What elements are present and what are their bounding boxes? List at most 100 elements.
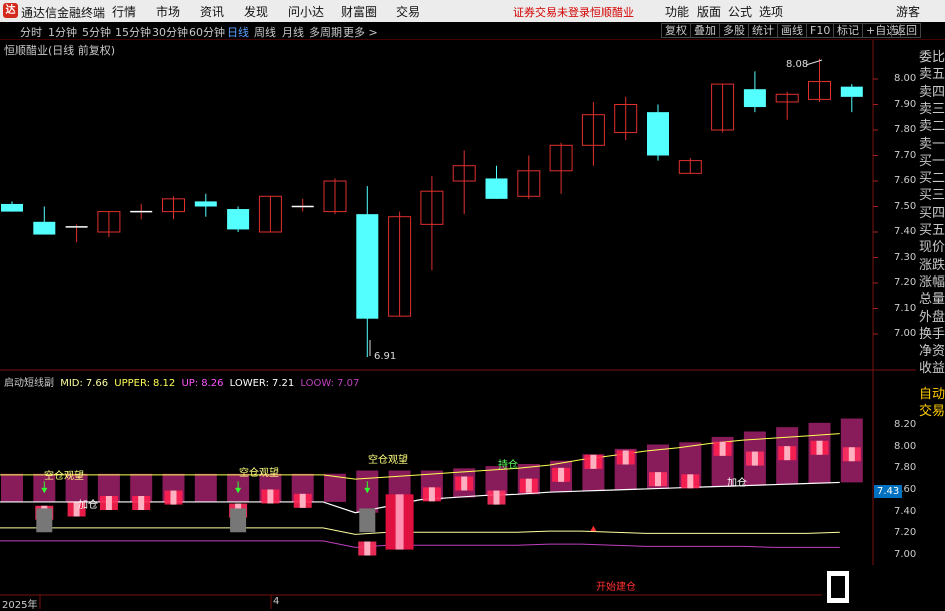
candle-21 <box>678 158 702 174</box>
side-item[interactable]: 现价 <box>919 236 945 255</box>
tab-5min[interactable]: 5分钟 <box>82 24 111 40</box>
signal-core <box>364 541 371 556</box>
side-item[interactable]: 涨幅 <box>919 271 945 290</box>
tab-30min[interactable]: 30分钟 <box>152 24 188 40</box>
price-tick: 7.40 <box>894 226 917 237</box>
side-item[interactable]: 卖四 <box>919 81 945 100</box>
candle-body <box>194 201 217 207</box>
kline-chart[interactable] <box>0 40 916 609</box>
side-item[interactable]: 总量 <box>919 288 945 307</box>
price-tick: 7.70 <box>894 149 917 161</box>
side-item[interactable]: 卖二 <box>919 115 945 134</box>
menu-caifuquan[interactable]: 财富圈 <box>341 3 377 20</box>
menu-bar: 达 通达信金融终端 行情 市场 资讯 发现 问小达 财富圈 交易 证券交易未登录… <box>0 0 945 22</box>
menu-hangqing[interactable]: 行情 <box>112 3 136 20</box>
side-item[interactable]: 交易 <box>919 400 945 419</box>
signal-core <box>719 441 726 456</box>
side-item[interactable]: 卖一 <box>919 133 945 152</box>
signal-core <box>622 450 629 465</box>
loow-line <box>0 540 840 548</box>
menu-zixun[interactable]: 资讯 <box>200 3 224 20</box>
candle-1 <box>33 206 56 235</box>
candle-body <box>647 112 669 156</box>
side-item[interactable]: 涨跌 <box>919 254 945 273</box>
btn-fuquan[interactable]: 复权 <box>661 23 691 38</box>
date-month: 4 <box>273 596 280 607</box>
price-tick: 7.20 <box>894 277 917 288</box>
tab-more[interactable]: 更多 > <box>343 24 378 40</box>
side-item[interactable]: 买二 <box>919 167 945 186</box>
loow-label: LOOW: <box>300 378 335 389</box>
candle-18 <box>581 101 605 166</box>
side-item[interactable]: 委比 <box>919 46 945 65</box>
side-item[interactable]: 收益 <box>919 357 945 376</box>
loow-value: 7.07 <box>337 378 360 389</box>
signal-core <box>590 454 597 469</box>
signal-core <box>784 446 791 461</box>
indicator-tick: 7.80 <box>894 462 917 474</box>
menu-gongneng[interactable]: 功能 <box>665 3 689 20</box>
candle-body <box>485 178 508 199</box>
menu-shichang[interactable]: 市场 <box>156 3 180 20</box>
guest-user[interactable]: 游客 <box>896 3 920 20</box>
side-item[interactable]: 买一 <box>919 150 945 169</box>
btn-duogu[interactable]: 多股 <box>719 23 749 38</box>
menu-gongshi[interactable]: 公式 <box>728 3 752 20</box>
side-item[interactable]: 卖五 <box>919 63 945 82</box>
btn-huaxian[interactable]: 画线 <box>777 23 807 38</box>
tab-15min[interactable]: 15分钟 <box>115 24 151 40</box>
tab-multi-period[interactable]: 多周期 <box>309 24 342 40</box>
gray-box <box>359 508 376 533</box>
candle-body <box>840 86 863 97</box>
tab-monthly[interactable]: 月线 <box>282 24 304 40</box>
upper-label: UPPER: <box>114 378 151 389</box>
btn-f10[interactable]: F10 <box>806 23 835 38</box>
band-bar <box>194 473 217 502</box>
lower-value: 7.21 <box>271 378 295 389</box>
low-price-label: 6.91 <box>374 351 397 362</box>
btn-biaoji[interactable]: 标记 <box>833 23 863 38</box>
side-item[interactable]: 卖三 <box>919 98 945 117</box>
btn-back[interactable]: 返回 <box>891 23 921 38</box>
menu-xuanxiang[interactable]: 选项 <box>759 3 783 20</box>
price-tick: 7.30 <box>894 251 917 263</box>
tab-weekly[interactable]: 周线 <box>254 24 276 40</box>
btn-diejia[interactable]: 叠加 <box>690 23 720 38</box>
signal-core <box>105 496 112 510</box>
side-item[interactable]: 换手 <box>919 323 945 342</box>
candle-12 <box>388 211 412 317</box>
side-item[interactable]: 外盘 <box>919 306 945 325</box>
menu-banmian[interactable]: 版面 <box>697 3 721 20</box>
side-item[interactable]: 买四 <box>919 202 945 221</box>
tab-60min[interactable]: 60分钟 <box>189 24 225 40</box>
side-item[interactable]: 净资 <box>919 340 945 359</box>
signal-core <box>751 451 758 466</box>
price-tick: 7.50 <box>894 200 917 212</box>
period-toolbar: 分时 1分钟 5分钟 15分钟 30分钟 60分钟 日线 周线 月线 多周期 更… <box>0 22 945 40</box>
btn-tongji[interactable]: 统计 <box>748 23 778 38</box>
app-logo-icon: 达 <box>3 3 18 18</box>
side-item[interactable]: 买五 <box>919 219 945 238</box>
signal-core <box>525 478 532 493</box>
gray-box <box>36 508 53 533</box>
indicator-tick: 8.00 <box>894 440 917 452</box>
price-tick: 7.10 <box>894 302 917 314</box>
candle-body <box>356 214 379 319</box>
indicator-name[interactable]: 启动短线副 <box>4 378 54 389</box>
menu-wenxiaoda[interactable]: 问小达 <box>288 3 324 20</box>
signal-jiacang-2: 加仓 <box>727 478 747 489</box>
candle-19 <box>614 96 638 141</box>
menu-jiaoyi[interactable]: 交易 <box>396 3 420 20</box>
menu-faxian[interactable]: 发现 <box>244 3 268 20</box>
watermark-logo-icon <box>827 571 849 603</box>
side-item[interactable]: 买三 <box>919 184 945 203</box>
signal-core <box>655 472 661 487</box>
tab-1min[interactable]: 1分钟 <box>48 24 77 40</box>
candle-2 <box>65 224 88 243</box>
current-price-flag: 7.43 <box>874 485 903 498</box>
candle-16 <box>517 155 541 199</box>
tab-fenshi[interactable]: 分时 <box>20 24 42 40</box>
signal-kongcang-2: 空仓观望 <box>239 468 279 479</box>
price-tick: 7.00 <box>894 328 917 339</box>
tab-daily[interactable]: 日线 <box>227 24 249 40</box>
